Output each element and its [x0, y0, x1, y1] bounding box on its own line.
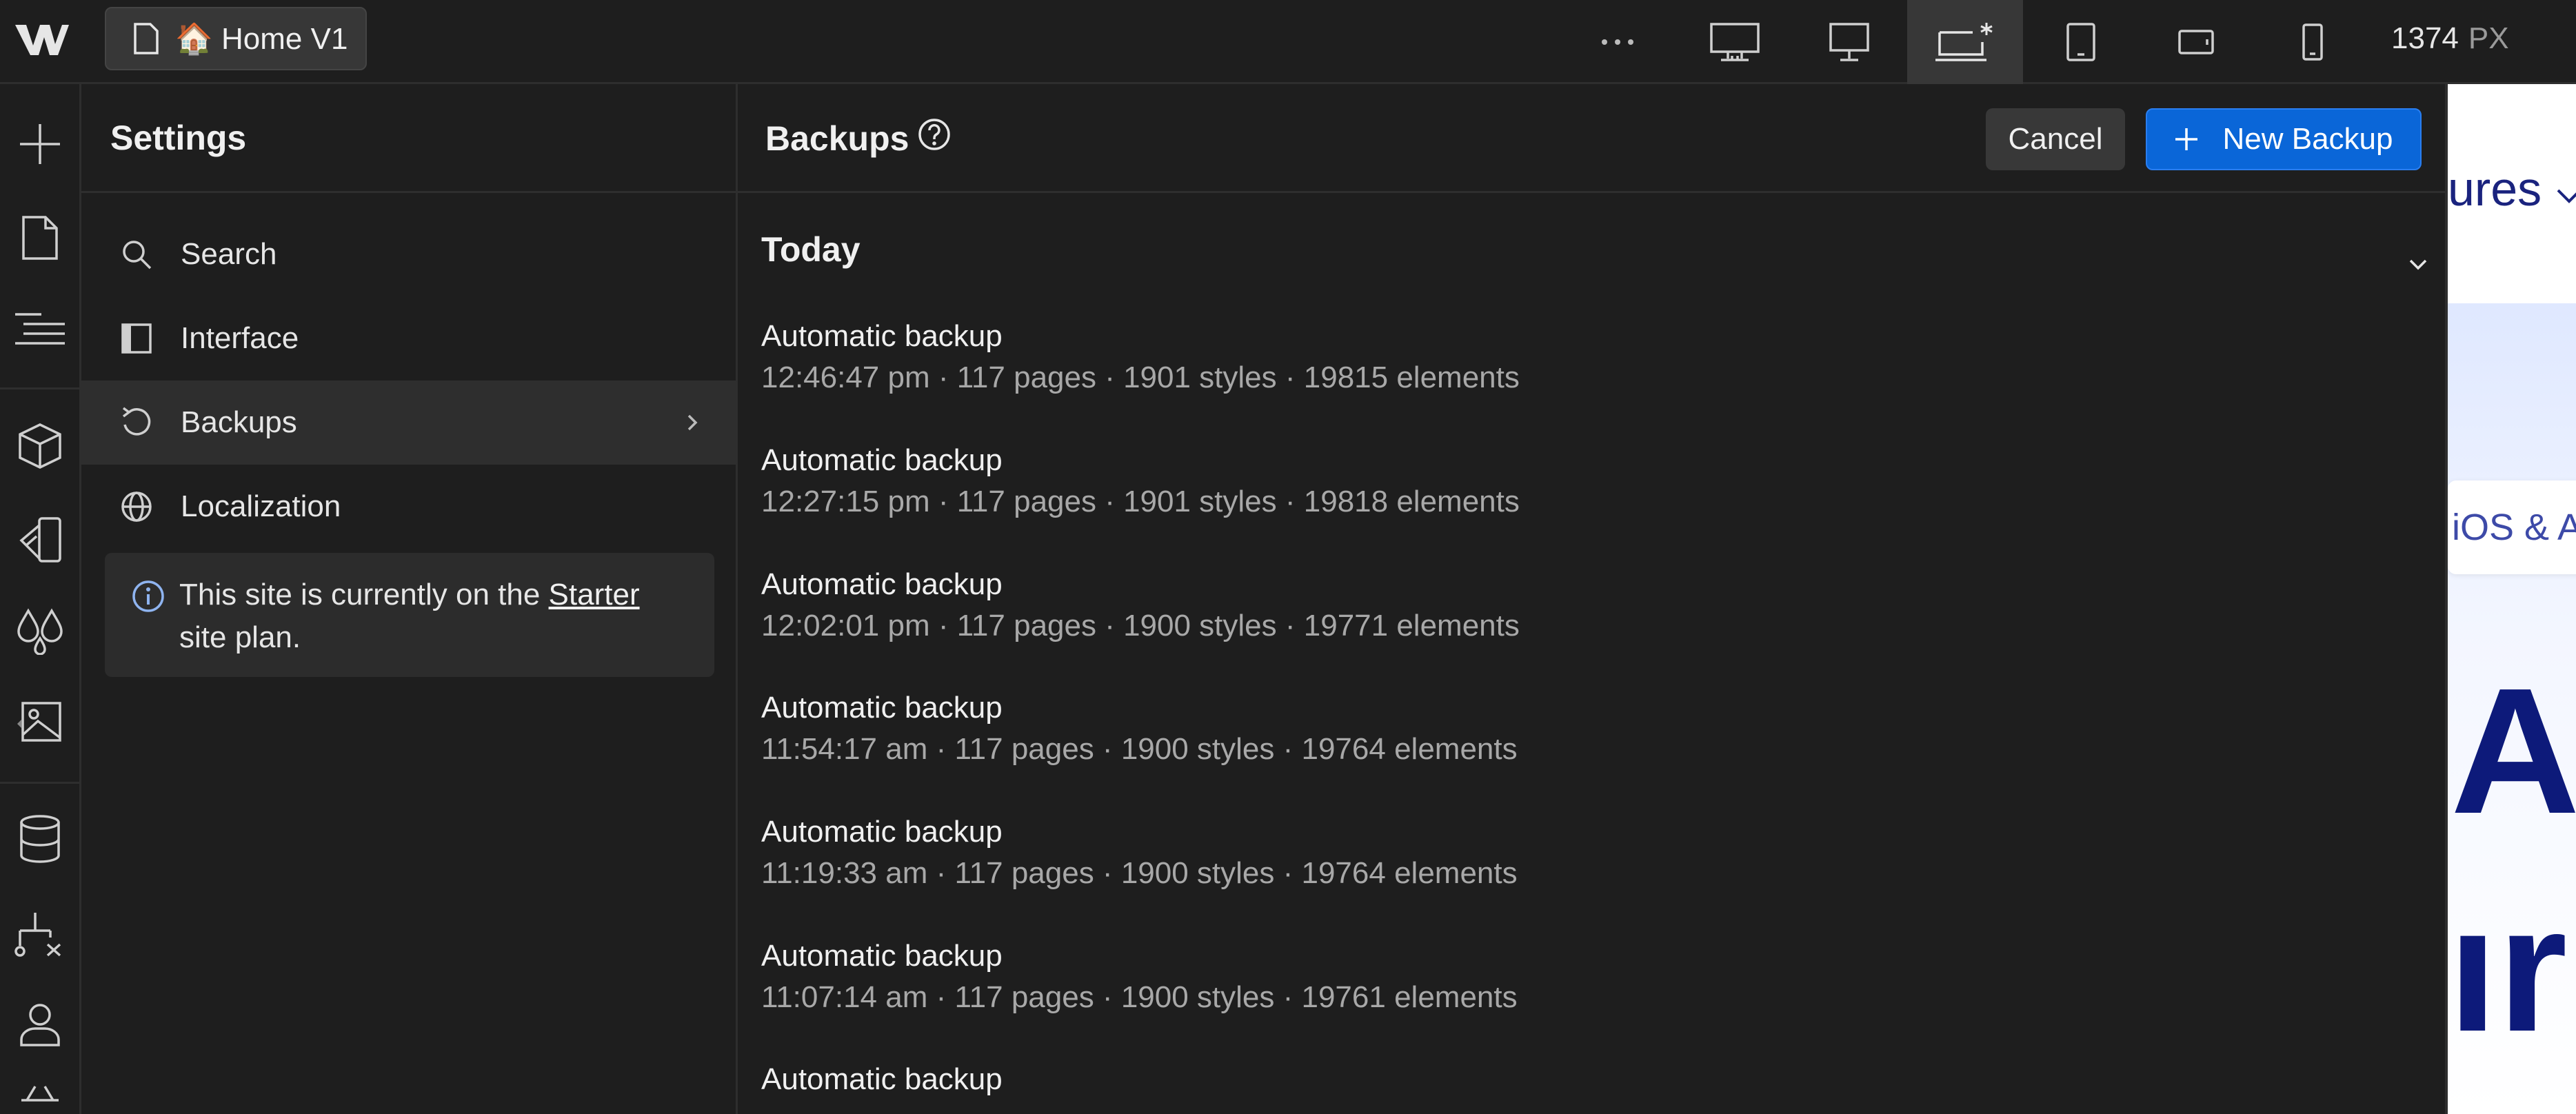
canvas-width-value: 1374 — [2391, 21, 2459, 55]
settings-nav-label: Search — [181, 237, 277, 271]
backup-name: Automatic backup — [761, 1062, 1003, 1096]
backups-panel: Backups Cancel New Backup Today Automati… — [738, 84, 2448, 1114]
tablet-breakpoint-icon[interactable] — [2062, 0, 2100, 84]
backup-name: Automatic backup — [761, 319, 1003, 353]
users-icon[interactable] — [0, 987, 79, 1063]
settings-nav-search[interactable]: Search — [81, 212, 736, 296]
plan-notice-suffix: site plan. — [179, 620, 301, 654]
backup-list-item[interactable]: Automatic backup 12:27:15 pm · 117 pages… — [761, 441, 2347, 524]
canvas-platform-badge: iOS & A — [2448, 480, 2576, 574]
history-icon — [117, 403, 156, 442]
chevron-down-icon — [2557, 189, 2576, 203]
backup-list-item[interactable]: Automatic backup 11:07:14 am · 117 pages… — [761, 937, 2347, 1020]
mobile-landscape-breakpoint-icon[interactable] — [2175, 0, 2217, 84]
ecommerce-icon[interactable] — [0, 1077, 79, 1114]
search-icon — [117, 235, 156, 274]
new-backup-label: New Backup — [2222, 122, 2393, 156]
globe-icon — [117, 487, 156, 526]
settings-title: Settings — [81, 84, 736, 193]
canvas-headline-line2: ır — [2448, 869, 2568, 1069]
backup-meta: 12:02:01 pm · 117 pages · 1900 styles · … — [761, 609, 1520, 642]
settings-nav-localization[interactable]: Localization — [81, 465, 736, 549]
mobile-portrait-breakpoint-icon[interactable] — [2299, 0, 2326, 84]
canvas-headline-line1: A — [2451, 651, 2576, 851]
backup-name: Automatic backup — [761, 691, 1003, 725]
cancel-button[interactable]: Cancel — [1986, 108, 2125, 170]
plan-notice: This site is currently on the Starter si… — [105, 553, 714, 677]
backup-meta: 11:19:33 am · 117 pages · 1900 styles · … — [761, 856, 1518, 890]
backups-header: Backups Cancel New Backup — [738, 84, 2445, 193]
backup-list-item[interactable]: Automatic backup 11:54:17 am · 117 pages… — [761, 689, 2347, 771]
settings-nav-label: Interface — [181, 321, 299, 355]
backup-meta: 11:07:14 am · 117 pages · 1900 styles · … — [761, 980, 1518, 1014]
backup-list-item[interactable]: Automatic backup 12:46:47 pm · 117 pages… — [761, 317, 2347, 400]
backups-title-group: Backups — [765, 84, 952, 193]
page-icon — [134, 23, 159, 54]
site-canvas-preview[interactable]: ures iOS & A A ır — [2448, 84, 2576, 1114]
more-options-icon[interactable] — [1593, 0, 1642, 84]
webflow-logo-icon[interactable] — [12, 19, 70, 61]
navigator-icon[interactable] — [0, 291, 79, 367]
components-icon[interactable] — [0, 408, 79, 484]
info-icon — [131, 579, 165, 625]
settings-nav-interface[interactable]: Interface — [81, 296, 736, 381]
backups-title: Backups — [765, 119, 909, 158]
backup-group-label: Today — [761, 230, 861, 269]
top-bar: 🏠 Home V1 1374 PX — [0, 0, 2576, 84]
style-manager-icon[interactable] — [0, 502, 79, 578]
settings-panel: Settings Search Interface Backups Locali… — [81, 84, 738, 1114]
backup-list-item[interactable]: Automatic backup 11:19:33 am · 117 pages… — [761, 813, 2347, 895]
canvas-width-unit: PX — [2468, 21, 2509, 55]
plus-icon — [2175, 128, 2198, 150]
logic-flow-icon[interactable] — [0, 896, 79, 972]
add-elements-icon[interactable] — [0, 106, 79, 182]
page-selector[interactable]: 🏠 Home V1 — [105, 7, 367, 70]
help-icon[interactable] — [917, 117, 952, 160]
settings-nav-label: Backups — [181, 405, 297, 439]
starter-plan-link[interactable]: Starter — [549, 578, 640, 611]
backup-name: Automatic backup — [761, 815, 1003, 849]
pages-icon[interactable] — [0, 200, 79, 276]
backup-meta: 12:27:15 pm · 117 pages · 1901 styles · … — [761, 485, 1520, 518]
assets-icon[interactable] — [0, 684, 79, 760]
panel-icon — [117, 319, 156, 358]
desktop-breakpoint-icon[interactable] — [1822, 0, 1877, 84]
backup-name: Automatic backup — [761, 567, 1003, 601]
canvas-navbar: ures — [2448, 84, 2576, 305]
variables-icon[interactable] — [0, 593, 79, 669]
plan-notice-prefix: This site is currently on the — [179, 578, 549, 611]
settings-nav-label: Localization — [181, 489, 341, 523]
new-backup-button[interactable]: New Backup — [2146, 108, 2422, 170]
chevron-right-icon — [685, 407, 701, 445]
chevron-down-icon[interactable] — [2406, 241, 2430, 281]
settings-nav-backups[interactable]: Backups — [81, 381, 736, 465]
backup-meta: 12:46:47 pm · 117 pages · 1901 styles · … — [761, 361, 1520, 394]
cms-database-icon[interactable] — [0, 801, 79, 877]
backup-name: Automatic backup — [761, 939, 1003, 973]
desktop-large-breakpoint-icon[interactable] — [1704, 0, 1765, 84]
backup-group-today[interactable]: Today — [761, 222, 2437, 277]
backup-list-item[interactable]: Automatic backup 12:02:01 pm · 117 pages… — [761, 565, 2347, 648]
left-tool-rail — [0, 84, 81, 1114]
page-name: 🏠 Home V1 — [175, 22, 348, 56]
backup-meta: 11:54:17 am · 117 pages · 1900 styles · … — [761, 732, 1518, 766]
backup-name: Automatic backup — [761, 443, 1003, 477]
canvas-width-readout[interactable]: 1374 PX — [2391, 0, 2509, 77]
backup-list-item[interactable]: Automatic backup — [761, 1060, 2347, 1099]
desktop-base-breakpoint-icon[interactable] — [1907, 0, 2023, 84]
canvas-nav-link: ures — [2448, 161, 2576, 216]
